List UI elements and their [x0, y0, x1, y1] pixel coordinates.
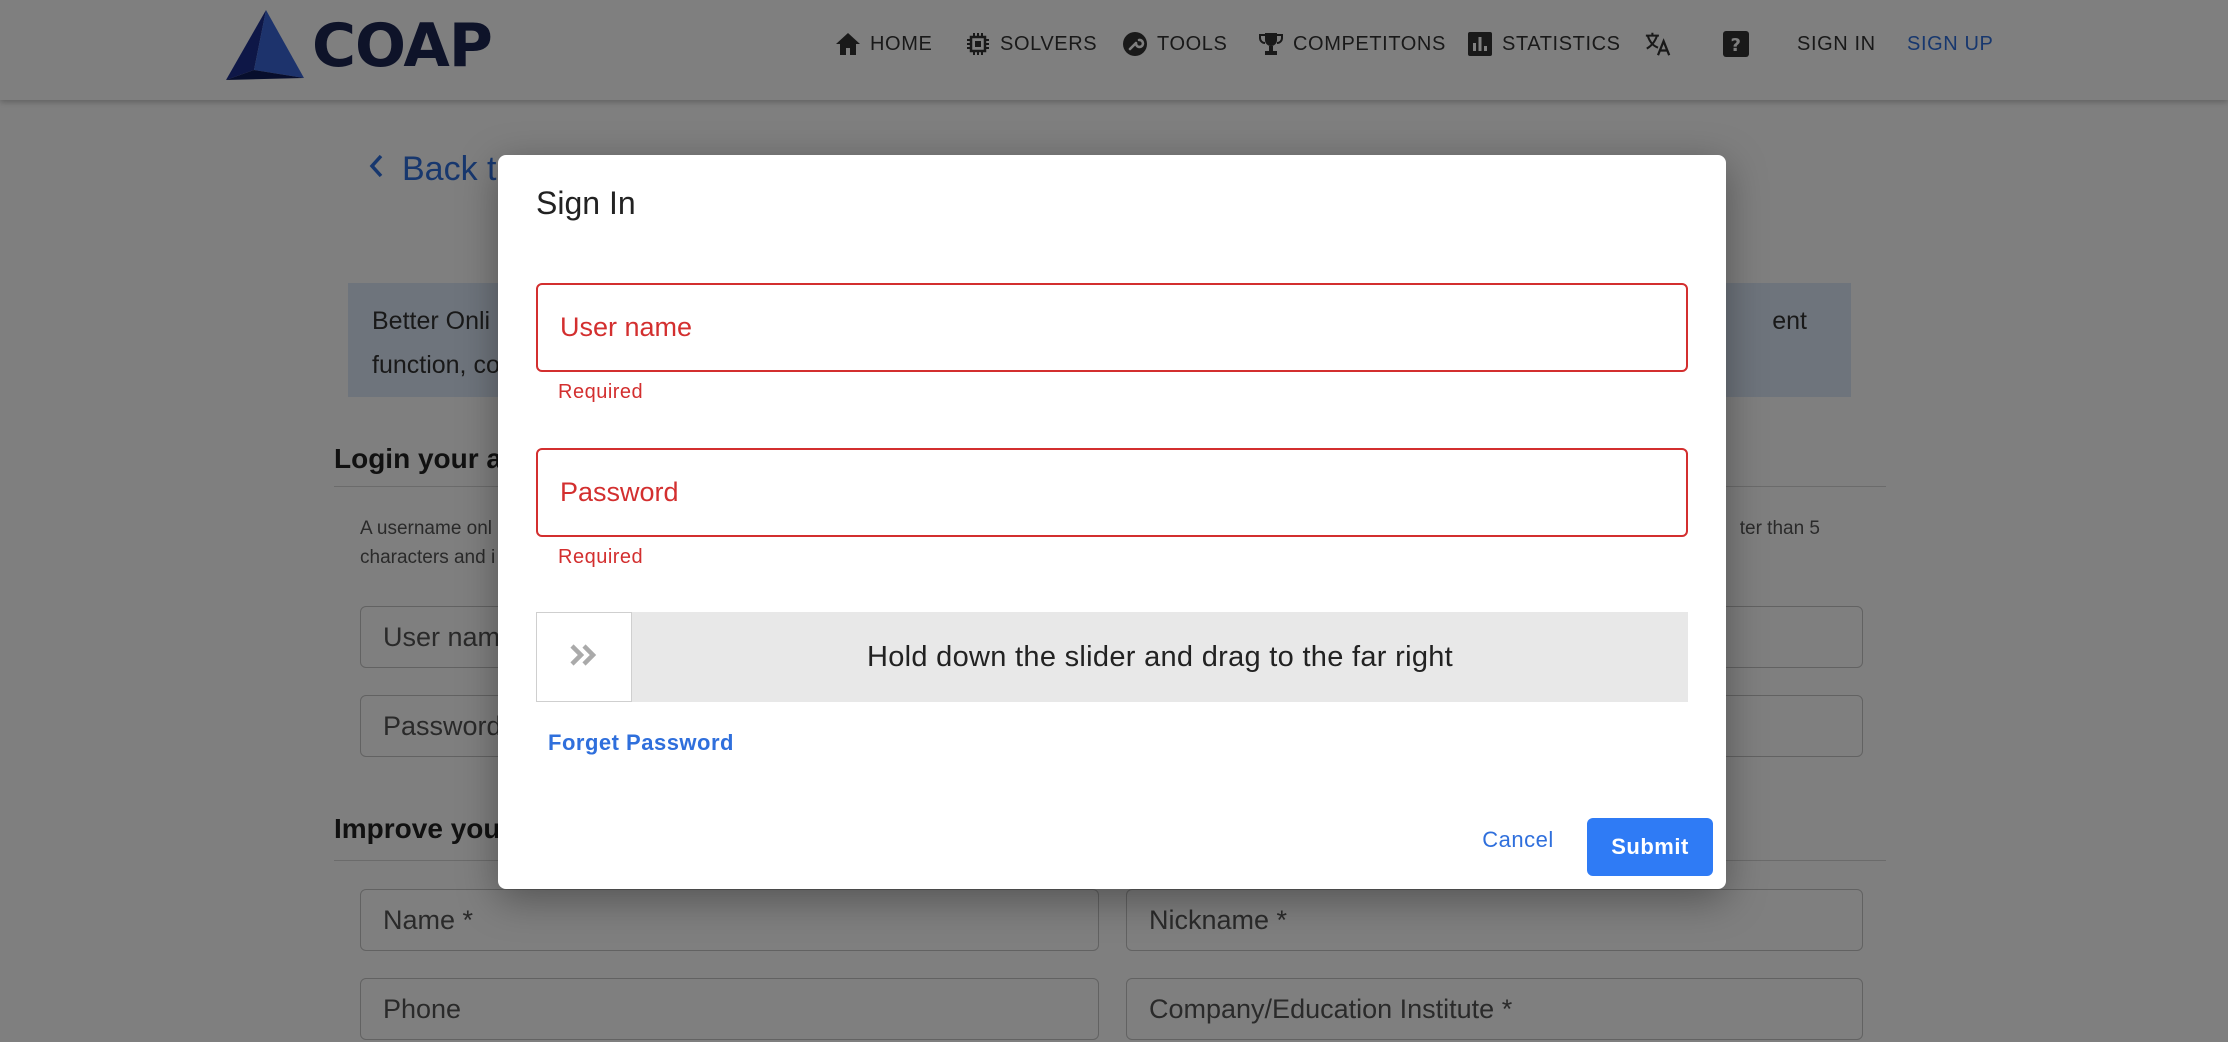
username-label: User name: [560, 312, 693, 342]
slider-instruction: Hold down the slider and drag to the far…: [866, 640, 1454, 673]
slider-handle[interactable]: [536, 612, 632, 702]
submit-button[interactable]: Submit: [1587, 818, 1713, 876]
username-input[interactable]: User name: [536, 283, 1688, 372]
dialog-title: Sign In: [536, 185, 636, 221]
slider-captcha: Hold down the slider and drag to the far…: [536, 612, 1688, 702]
username-error: Required: [558, 381, 644, 403]
forget-password-link[interactable]: Forget Password: [548, 730, 734, 756]
password-input[interactable]: Password: [536, 448, 1688, 537]
double-chevron-right-icon: [569, 643, 599, 672]
password-error: Required: [558, 546, 644, 568]
cancel-button[interactable]: Cancel: [1470, 818, 1566, 862]
password-label: Password: [560, 477, 679, 507]
sign-in-dialog: Sign In User name Required Password Requ…: [498, 155, 1726, 889]
